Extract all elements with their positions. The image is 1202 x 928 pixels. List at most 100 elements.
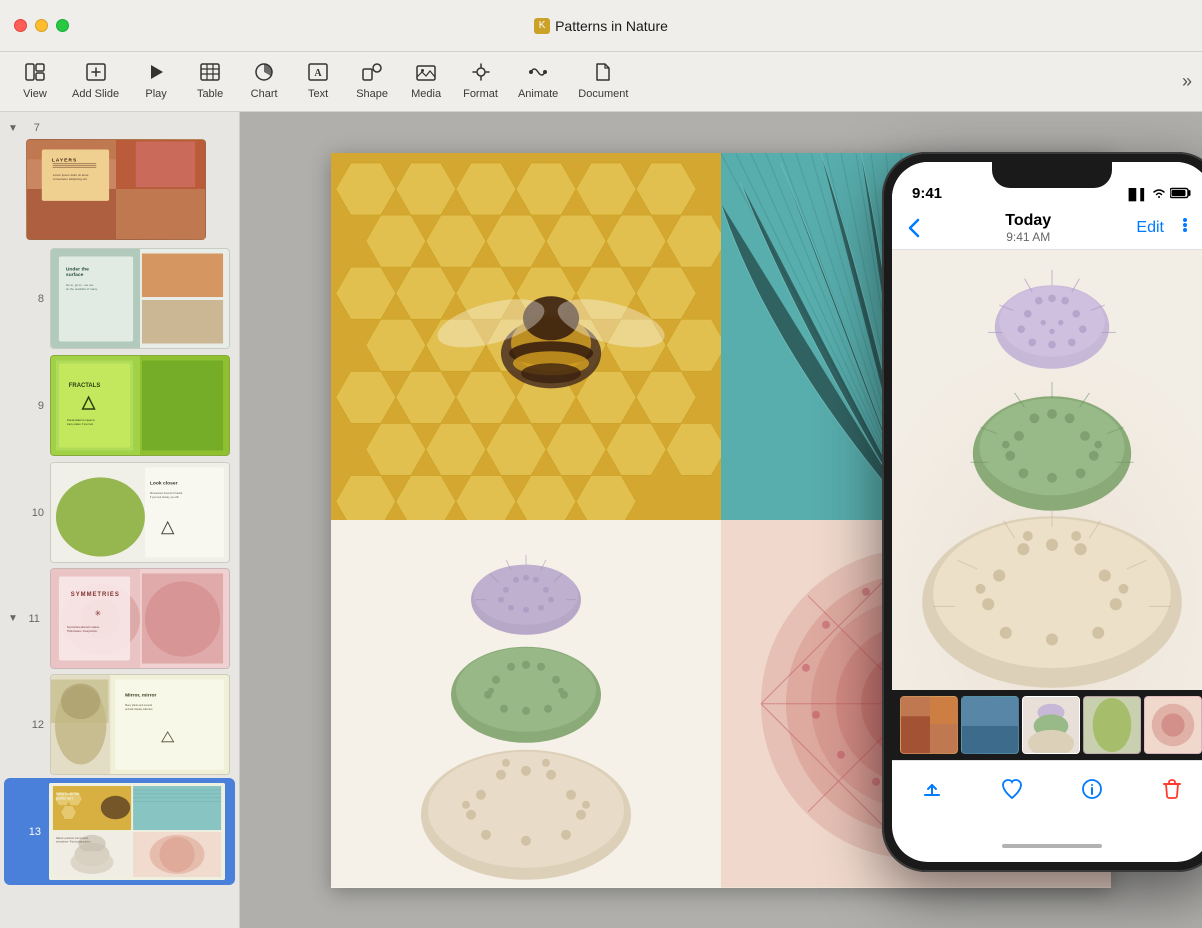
filmstrip-thumb-5[interactable]	[1144, 696, 1202, 754]
chevron-down-icon-11: ▼	[8, 613, 18, 624]
home-indicator	[1002, 844, 1102, 848]
more-options-button[interactable]	[1174, 214, 1196, 242]
text-icon: A	[308, 63, 328, 84]
slide-thumbnail-12: Mirror, mirror Many plants and several a…	[50, 674, 230, 775]
photo-date: Today	[1005, 212, 1051, 230]
iphone-photo-toolbar	[892, 760, 1202, 824]
table-icon	[200, 63, 220, 84]
media-button[interactable]: Media	[401, 57, 451, 107]
svg-text:Look closer: Look closer	[150, 480, 178, 486]
svg-text:SYMMETRIES: SYMMETRIES	[71, 592, 120, 598]
signal-icon: ▐▌▌	[1125, 189, 1148, 201]
photo-date-section: Today 9:41 AM	[1005, 212, 1051, 244]
filmstrip-thumb-2[interactable]	[961, 696, 1019, 754]
slide-item-7[interactable]: LAYERS Lorem ipsum dolor sit amet, conse…	[0, 136, 239, 243]
slide-item-10[interactable]: 10 Look closer Romanesco broccoli is fra…	[0, 459, 239, 566]
favorite-button[interactable]	[990, 767, 1034, 811]
svg-text:✳: ✳	[94, 609, 101, 618]
iphone-device: 9:41 ▐▌▌	[882, 152, 1202, 872]
battery-icon	[1170, 187, 1192, 202]
slide-number-7: 7	[22, 122, 40, 134]
window-title: K Patterns in Nature	[534, 18, 668, 34]
play-icon	[147, 63, 165, 84]
svg-text:animals display reflective: animals display reflective	[125, 708, 153, 711]
delete-button[interactable]	[1150, 767, 1194, 811]
view-label: View	[23, 88, 47, 100]
document-label: Document	[578, 88, 628, 100]
shape-button[interactable]: Shape	[347, 57, 397, 107]
format-button[interactable]: Format	[455, 57, 506, 107]
svg-text:Under the: Under the	[66, 266, 89, 272]
document-button[interactable]: Document	[570, 57, 636, 107]
toolbar: View Add Slide Play	[0, 52, 1202, 112]
group-header-7[interactable]: ▼ 7	[0, 120, 239, 136]
slide-number-10: 10	[26, 507, 44, 519]
table-label: Table	[197, 88, 223, 100]
svg-text:A: A	[314, 68, 322, 79]
app-icon: K	[534, 18, 550, 34]
svg-text:Many plants and several: Many plants and several	[125, 704, 152, 707]
iphone-screen: 9:41 ▐▌▌	[892, 162, 1202, 862]
slide-item-12[interactable]: 12 Mirror, mirror Many plants and severa…	[0, 671, 239, 778]
play-button[interactable]: Play	[131, 57, 181, 107]
slide-thumbnail-10: Look closer Romanesco broccoli is fracta…	[50, 462, 230, 563]
table-button[interactable]: Table	[185, 57, 235, 107]
slide-thumbnail-13: Why look for patterns? Nature's patterns…	[47, 781, 227, 882]
svg-text:many scales: if you look: many scales: if you look	[67, 423, 94, 426]
slide-item-13[interactable]: 13	[4, 778, 235, 885]
shape-icon	[362, 63, 382, 84]
photo-time: 9:41 AM	[1005, 230, 1051, 244]
filmstrip-thumb-4[interactable]	[1083, 696, 1141, 754]
svg-text:Fractal patterns repeat at: Fractal patterns repeat at	[67, 419, 95, 422]
view-button[interactable]: View	[10, 57, 60, 107]
slide-number-8: 8	[26, 293, 44, 305]
nav-actions: Edit	[1136, 214, 1196, 242]
close-button[interactable]	[14, 19, 27, 32]
play-label: Play	[145, 88, 166, 100]
add-slide-icon	[86, 63, 106, 84]
cell-sea-urchins-light[interactable]	[331, 520, 721, 888]
iphone-frame: 9:41 ▐▌▌	[882, 152, 1202, 872]
text-label: Text	[308, 88, 328, 100]
minimize-button[interactable]	[35, 19, 48, 32]
chart-button[interactable]: Chart	[239, 57, 289, 107]
info-button[interactable]	[1070, 767, 1114, 811]
edit-button[interactable]: Edit	[1136, 219, 1164, 237]
chart-icon	[254, 63, 274, 84]
text-button[interactable]: A Text	[293, 57, 343, 107]
animate-button[interactable]: Animate	[510, 57, 566, 107]
slide-group-7: ▼ 7 LAYERS	[0, 120, 239, 243]
iphone-photos-nav: Today 9:41 AM Edit	[892, 206, 1202, 250]
add-slide-button[interactable]: Add Slide	[64, 57, 127, 107]
svg-text:LAYERS: LAYERS	[52, 157, 78, 163]
window-controls	[14, 19, 69, 32]
document-icon	[594, 63, 612, 84]
slide-number-13: 13	[26, 826, 41, 838]
chart-label: Chart	[251, 88, 278, 100]
cell-honeybee[interactable]	[331, 153, 721, 521]
slide-panel: ▼ 7 LAYERS	[0, 112, 240, 928]
filmstrip-thumb-3[interactable]	[1022, 696, 1080, 754]
svg-text:on the outskirts of many: on the outskirts of many	[66, 287, 98, 291]
slide-thumbnail-11: SYMMETRIES ✳ Symmetries abound in nature…	[50, 568, 230, 669]
svg-text:FRACTALS: FRACTALS	[69, 383, 101, 389]
back-button[interactable]	[908, 218, 920, 238]
format-icon	[471, 63, 491, 84]
iphone-main-photo[interactable]	[892, 250, 1202, 690]
group-header-11[interactable]: ▼ 11 SYMMETRIES ✳ Symmetries abound in n…	[0, 566, 239, 671]
animate-label: Animate	[518, 88, 558, 100]
svg-text:Symmetries abound in nature.: Symmetries abound in nature.	[67, 626, 100, 629]
share-button[interactable]	[910, 767, 954, 811]
more-button[interactable]: »	[1182, 71, 1192, 92]
slide-item-9[interactable]: 9 FRACTALS Fractal patterns repeat at ma…	[0, 352, 239, 459]
filmstrip-thumb-1[interactable]	[900, 696, 958, 754]
slide-number-12: 12	[26, 719, 44, 731]
svg-text:everywhere. Find studying them: everywhere. Find studying them	[56, 841, 91, 844]
status-time: 9:41	[912, 185, 942, 202]
animate-icon	[528, 63, 548, 84]
maximize-button[interactable]	[56, 19, 69, 32]
add-slide-label: Add Slide	[72, 88, 119, 100]
slide-item-8[interactable]: 8 Under the surface Go to, go to – we ar…	[0, 245, 239, 352]
format-label: Format	[463, 88, 498, 100]
view-icon	[25, 63, 45, 84]
